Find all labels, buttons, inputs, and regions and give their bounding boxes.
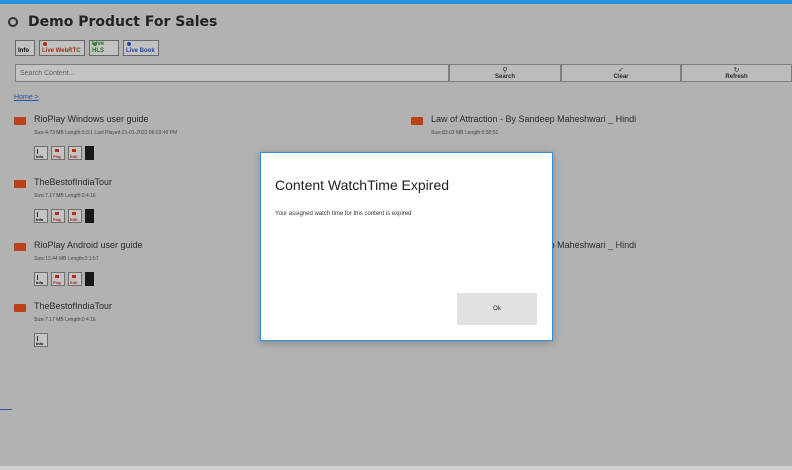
dialog-title: Content WatchTime Expired (275, 177, 450, 193)
app-window: Demo Product For Sales Info Live WebRTC … (0, 0, 792, 470)
watchtime-expired-dialog: Content WatchTime Expired Your assigned … (260, 152, 553, 341)
dialog-message: Your assigned watch time for this conten… (275, 211, 412, 217)
ok-button[interactable]: Ok (457, 293, 537, 325)
